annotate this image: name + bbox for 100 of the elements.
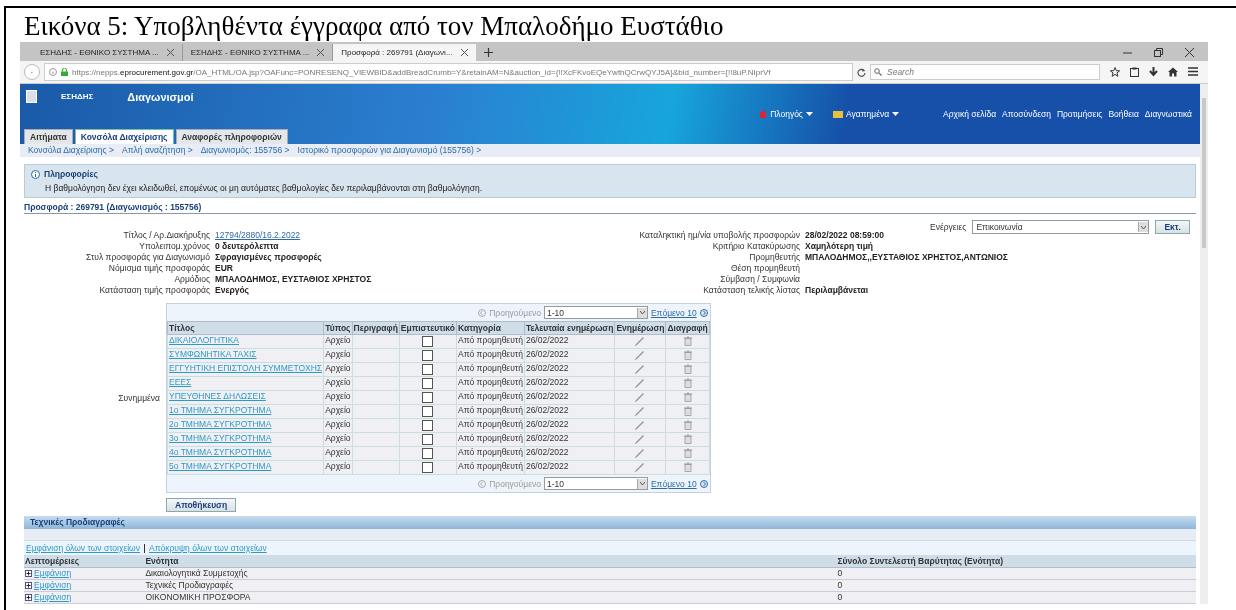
checkbox[interactable] [422, 336, 434, 347]
table-cell: 26/02/2022 [524, 404, 615, 419]
app-tab[interactable]: Κονσόλα Διαχείρισης [74, 129, 174, 144]
nav-menu[interactable]: Πλοηγός [759, 109, 813, 119]
pencil-icon[interactable] [635, 419, 646, 430]
trash-icon[interactable] [683, 377, 692, 388]
download-icon[interactable] [1149, 67, 1158, 77]
table-cell: Αρχείο [323, 334, 353, 349]
caret-icon[interactable] [639, 311, 645, 314]
header-link[interactable]: Αρχική σελίδα [943, 109, 997, 119]
toggle-icon[interactable] [25, 569, 32, 577]
hide-all-link[interactable]: Απόκρυψη όλων των στοιχείων [149, 543, 267, 553]
scrollbar[interactable] [1200, 84, 1208, 604]
plus-icon[interactable] [483, 48, 493, 57]
nav-menu[interactable]: Αγαπημένα [832, 109, 900, 119]
trash-icon[interactable] [683, 461, 692, 472]
clipboard-icon[interactable] [1130, 67, 1139, 77]
checkbox[interactable] [422, 406, 434, 417]
breadcrumb-link[interactable]: Διαγωνισμός: 155756 > [200, 145, 290, 156]
checkbox[interactable] [422, 350, 434, 361]
checkbox[interactable] [422, 420, 434, 431]
breadcrumb-link[interactable]: Απλή αναζήτηση > [122, 145, 193, 156]
caret-icon[interactable] [639, 482, 645, 485]
show-link[interactable]: Εμφάνιση [34, 580, 72, 590]
caret-icon[interactable] [1141, 225, 1147, 229]
actions-label: Ενέργειες [930, 222, 967, 232]
next-icon[interactable] [699, 308, 708, 317]
previous-link[interactable]: Προηγούμενο [478, 478, 541, 489]
reload-icon[interactable] [857, 67, 866, 77]
restore-icon[interactable] [1154, 48, 1163, 57]
close-icon[interactable] [166, 49, 174, 56]
field-value: EUR [215, 263, 234, 273]
checkbox[interactable] [422, 364, 434, 375]
show-all-link[interactable]: Εμφάνιση όλων των στοιχείων [26, 543, 140, 553]
trash-icon[interactable] [683, 419, 692, 430]
pencil-icon[interactable] [635, 363, 646, 374]
pencil-icon[interactable] [635, 461, 646, 472]
go-button[interactable]: Εκτ. [1155, 220, 1190, 234]
toggle-icon[interactable] [25, 593, 32, 601]
search-field[interactable]: Search [870, 64, 1100, 80]
pencil-icon[interactable] [635, 377, 646, 388]
trash-icon[interactable] [683, 391, 692, 402]
breadcrumb-link[interactable]: Ιστορικό προσφορών για Διαγωνισμό (155756) > [297, 145, 482, 156]
show-link[interactable]: Εμφάνιση [34, 592, 72, 602]
pencil-icon[interactable] [635, 391, 646, 402]
home-icon[interactable] [1168, 67, 1178, 77]
actions-dropdown[interactable]: Επικοινωνία [972, 220, 1150, 234]
field-label: Σύμβαση / Συμφωνία [719, 274, 800, 284]
field-link[interactable]: 12794/2880/16.2.2022 [215, 230, 620, 240]
checkbox[interactable] [422, 378, 434, 389]
checkbox[interactable] [422, 392, 434, 403]
trash-icon[interactable] [683, 405, 692, 416]
table-cell: 0 [836, 579, 1196, 592]
pencil-icon[interactable] [635, 349, 646, 360]
header-link[interactable]: Αποσύνδεση [1002, 109, 1051, 119]
pencil-icon[interactable] [635, 405, 646, 416]
close-icon[interactable] [317, 49, 325, 56]
save-button[interactable]: Αποθήκευση [166, 498, 237, 512]
trash-icon[interactable] [683, 363, 692, 374]
previous-icon [478, 308, 487, 317]
field-value: Χαμηλότερη τιμή [805, 241, 875, 251]
table-cell: 26/02/2022 [524, 432, 615, 447]
toggle-icon[interactable] [25, 581, 32, 589]
next-link[interactable]: Επόμενο 10 [650, 307, 697, 318]
field-value: Σφραγισμένες προσφορές [215, 252, 323, 262]
previous-link[interactable]: Προηγούμενο [478, 307, 541, 318]
range-dropdown[interactable]: 1-10 [543, 306, 648, 319]
pencil-icon[interactable] [635, 447, 646, 458]
app-tab[interactable]: Αιτήματα [24, 129, 73, 144]
field-label: Προμηθευτής [748, 252, 800, 262]
pencil-icon[interactable] [635, 335, 646, 346]
column-header: Τελευταία ενημέρωση [524, 321, 615, 335]
close-icon[interactable] [460, 49, 468, 56]
pencil-icon[interactable] [635, 433, 646, 444]
trash-icon[interactable] [683, 433, 692, 444]
trash-icon[interactable] [683, 349, 692, 360]
table-cell: Αρχείο [323, 348, 353, 363]
header-link[interactable]: Διαγνωστικά [1144, 109, 1192, 119]
checkbox[interactable] [422, 434, 434, 445]
trash-icon[interactable] [683, 447, 692, 458]
address-bar[interactable]: https://nepps.eprocurement.gov.gr/OA_HTML/OA.jsp?OAFunc=PONRESENQ_VIEWBID&addBreadCrumb=Y&retainAM=N&auction_id={!!XcFKvoEQeYwthQCrwQYJ5A}&bid_number={!!8uP.NIprVf [44, 63, 853, 81]
next-link[interactable]: Επόμενο 10 [650, 478, 697, 489]
breadcrumb-link[interactable]: Κονσόλα Διαχείρισης > [28, 145, 115, 156]
browser-tab[interactable]: Προσφορά : 269791 (Διαγωνι... [333, 44, 476, 61]
file-link[interactable]: ΕΕΕΣ [169, 377, 192, 387]
section-header: Τεχνικές Προδιαγραφές [24, 516, 1196, 529]
scrollbar-thumb[interactable] [1202, 98, 1206, 248]
header-link[interactable]: Βοήθεια [1108, 109, 1139, 119]
trash-icon[interactable] [683, 335, 692, 346]
range-dropdown[interactable]: 1-10 [543, 477, 648, 490]
star-icon[interactable] [1110, 67, 1120, 77]
checkbox[interactable] [422, 448, 434, 459]
app-tab[interactable]: Αναφορές πληροφοριών [175, 129, 288, 144]
header-link[interactable]: Προτιμήσεις [1056, 109, 1103, 119]
close-icon[interactable] [1185, 48, 1194, 57]
checkbox[interactable] [422, 462, 434, 473]
next-icon[interactable] [699, 479, 708, 488]
menu-icon[interactable] [1188, 67, 1198, 76]
field-value: ΜΠΑΛΟΔΗΜΟΣ, ΕΥΣΤΑΘΙΟΣ ΧΡΗΣΤΟΣ [215, 274, 373, 284]
show-link[interactable]: Εμφάνιση [34, 568, 72, 578]
